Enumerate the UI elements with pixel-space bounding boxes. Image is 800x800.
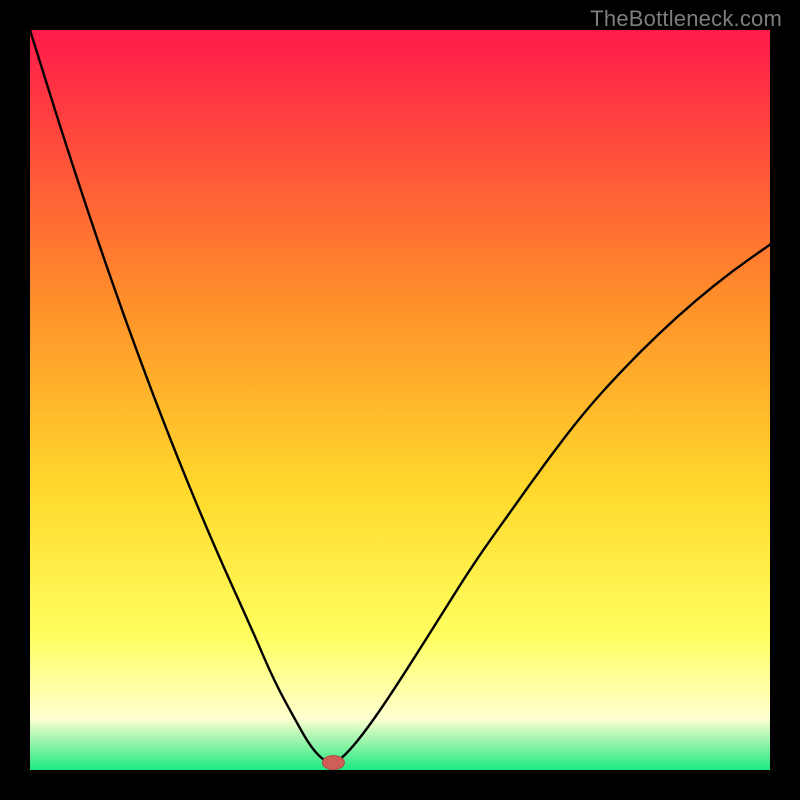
gradient-background bbox=[30, 30, 770, 770]
plot-area bbox=[30, 30, 770, 770]
optimal-point-marker bbox=[322, 756, 344, 770]
watermark-text: TheBottleneck.com bbox=[590, 6, 782, 32]
bottleneck-chart bbox=[30, 30, 770, 770]
chart-frame: TheBottleneck.com bbox=[0, 0, 800, 800]
